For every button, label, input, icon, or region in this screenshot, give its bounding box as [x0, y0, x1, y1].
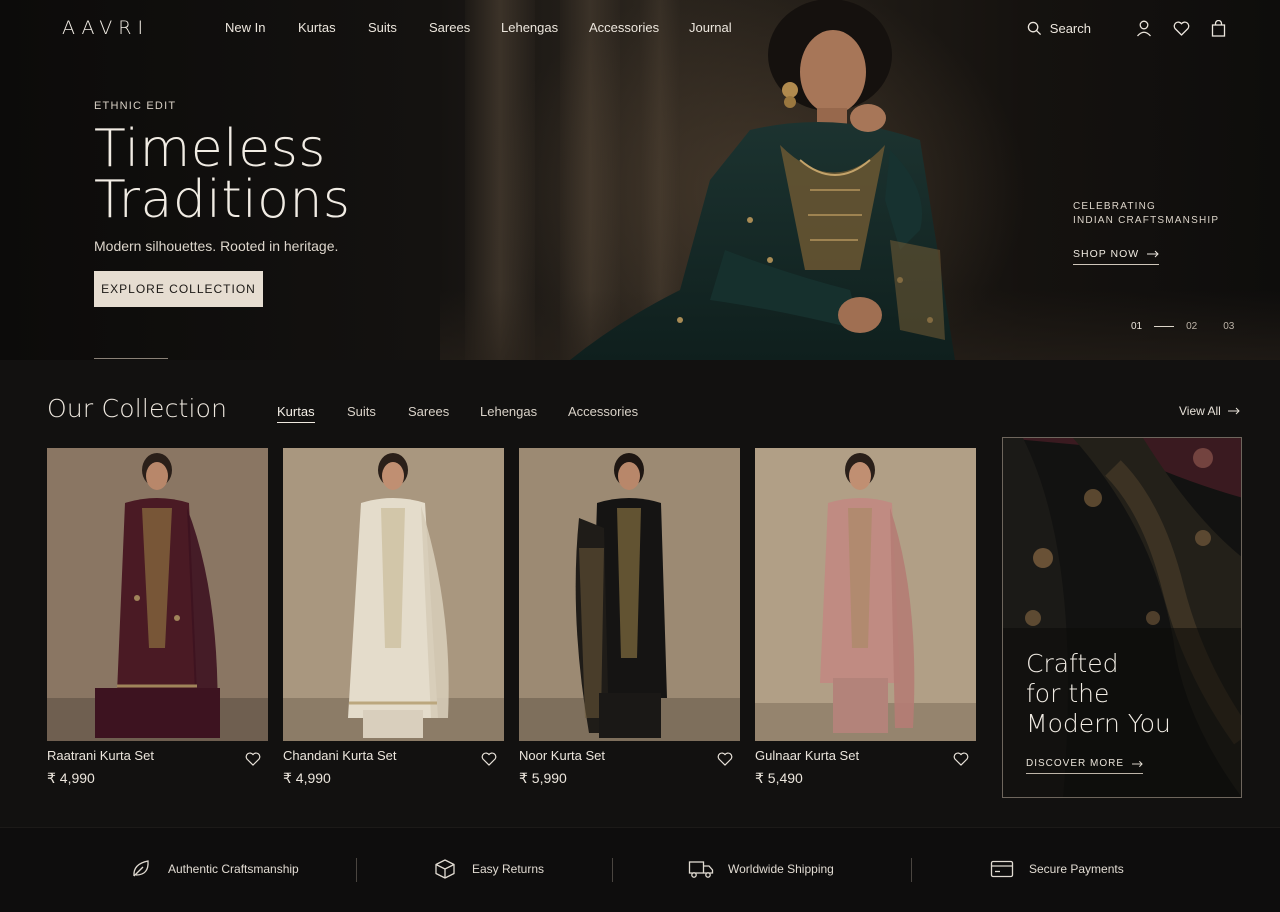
arrow-right-icon [1132, 760, 1143, 767]
nav-link-sarees[interactable]: Sarees [429, 20, 470, 35]
promo-panel[interactable]: Crafted for the Modern You DISCOVER MORE [1002, 437, 1242, 798]
account-button[interactable] [1134, 18, 1154, 38]
tab-sarees[interactable]: Sarees [408, 404, 449, 419]
search-label: Search [1049, 20, 1091, 36]
bag-button[interactable] [1208, 18, 1228, 38]
product-image[interactable] [519, 448, 740, 741]
product-name[interactable]: Noor Kurta Set [519, 748, 605, 763]
divider [612, 858, 613, 882]
nav-link-lehengas[interactable]: Lehengas [501, 20, 558, 35]
heart-icon [245, 752, 261, 766]
search-button[interactable]: Search [1027, 21, 1091, 36]
discover-more-label: DISCOVER MORE [1026, 758, 1125, 769]
nav-link-accessories[interactable]: Accessories [589, 20, 659, 35]
feature-label: Authentic Craftsmanship [168, 862, 299, 876]
box-icon [432, 856, 458, 882]
nav-link-suits[interactable]: Suits [368, 20, 397, 35]
view-all-label: View All [1179, 404, 1221, 418]
card-icon [989, 856, 1015, 882]
hero-eyebrow: ETHNIC EDIT [94, 100, 177, 112]
hero-title-line: Timeless [94, 119, 326, 179]
hero-divider [94, 358, 168, 359]
product-price: ₹ 5,490 [755, 770, 803, 786]
promo-title-line: for the [1026, 679, 1110, 708]
nav-link-journal[interactable]: Journal [689, 20, 732, 35]
product-card[interactable]: Chandani Kurta Set ₹ 4,990 [283, 448, 504, 793]
product-image[interactable] [755, 448, 976, 741]
nav-tools: Search [1027, 18, 1228, 38]
feature-secure-payments: Secure Payments [989, 856, 1124, 882]
divider [911, 858, 912, 882]
hero-subtitle: Modern silhouettes. Rooted in heritage. [94, 238, 339, 254]
hero-copy: ETHNIC EDIT Timeless Traditions Modern s… [94, 100, 454, 254]
feature-bar: Authentic Craftsmanship Easy Returns Wor… [0, 827, 1280, 912]
shop-now-link[interactable]: SHOP NOW [1073, 248, 1160, 265]
wishlist-toggle[interactable] [244, 750, 262, 768]
view-all-link[interactable]: View All [1179, 404, 1240, 418]
fabric-image [1003, 438, 1241, 797]
discover-more-link[interactable]: DISCOVER MORE [1026, 758, 1144, 774]
tab-suits[interactable]: Suits [347, 404, 376, 419]
tab-lehengas[interactable]: Lehengas [480, 404, 537, 419]
promo-title-line: Crafted [1026, 649, 1119, 678]
nav-link-new-in[interactable]: New In [225, 20, 265, 35]
hero-title-line: Traditions [94, 170, 351, 230]
hero-side-copy: CELEBRATING INDIAN CRAFTSMANSHIP SHOP NO… [1073, 200, 1243, 265]
wishlist-toggle[interactable] [952, 750, 970, 768]
shop-now-label: SHOP NOW [1073, 248, 1140, 260]
wishlist-button[interactable] [1171, 18, 1191, 38]
side-caption: INDIAN CRAFTSMANSHIP [1073, 215, 1220, 226]
wishlist-toggle[interactable] [480, 750, 498, 768]
slide-01[interactable]: 01 [1131, 321, 1142, 332]
feature-label: Worldwide Shipping [728, 862, 834, 876]
explore-collection-button[interactable]: EXPLORE COLLECTION [94, 271, 263, 307]
feature-label: Secure Payments [1029, 862, 1124, 876]
promo-title: Crafted for the Modern You [1026, 649, 1171, 739]
search-icon [1027, 21, 1041, 35]
product-name[interactable]: Chandani Kurta Set [283, 748, 396, 763]
hero-title: Timeless Traditions [94, 119, 454, 230]
product-price: ₹ 4,990 [47, 770, 95, 786]
wishlist-toggle[interactable] [716, 750, 734, 768]
heart-icon [481, 752, 497, 766]
product-price: ₹ 4,990 [283, 770, 331, 786]
feature-worldwide-shipping: Worldwide Shipping [688, 856, 834, 882]
product-card[interactable]: Noor Kurta Set ₹ 5,990 [519, 448, 740, 793]
promo-title-line: Modern You [1026, 709, 1171, 738]
user-icon [1137, 20, 1151, 36]
truck-icon [688, 856, 714, 882]
feature-authentic-craftsmanship: Authentic Craftsmanship [128, 856, 299, 882]
product-card[interactable]: Gulnaar Kurta Set ₹ 5,490 [755, 448, 976, 793]
product-card[interactable]: Raatrani Kurta Set ₹ 4,990 [47, 448, 268, 793]
active-slide-bar [1154, 326, 1175, 327]
leaf-icon [128, 856, 154, 882]
tab-accessories[interactable]: Accessories [568, 404, 638, 419]
heart-icon [1173, 21, 1189, 36]
nav-link-kurtas[interactable]: Kurtas [298, 20, 336, 35]
heart-icon [953, 752, 969, 766]
arrow-right-icon [1227, 407, 1240, 415]
arrow-right-icon [1147, 250, 1159, 258]
product-price: ₹ 5,990 [519, 770, 567, 786]
slide-02[interactable]: 02 [1186, 321, 1197, 332]
tab-kurtas[interactable]: Kurtas [277, 404, 315, 423]
feature-easy-returns: Easy Returns [432, 856, 544, 882]
hero-banner: AAVRI New In Kurtas Suits Sarees Lehenga… [0, 0, 1280, 360]
slide-03[interactable]: 03 [1223, 321, 1234, 332]
product-name[interactable]: Raatrani Kurta Set [47, 748, 154, 763]
feature-label: Easy Returns [472, 862, 545, 876]
product-image[interactable] [283, 448, 504, 741]
product-name[interactable]: Gulnaar Kurta Set [755, 748, 859, 763]
slide-indicator: 01 02 03 [1131, 321, 1234, 332]
heart-icon [717, 752, 733, 766]
product-image[interactable] [47, 448, 268, 741]
bag-icon [1211, 19, 1225, 37]
top-navigation: AAVRI New In Kurtas Suits Sarees Lehenga… [0, 0, 1280, 58]
brand-logo[interactable]: AAVRI [62, 17, 149, 39]
side-caption: CELEBRATING [1073, 201, 1157, 212]
collection-title: Our Collection [47, 394, 228, 423]
divider [356, 858, 357, 882]
